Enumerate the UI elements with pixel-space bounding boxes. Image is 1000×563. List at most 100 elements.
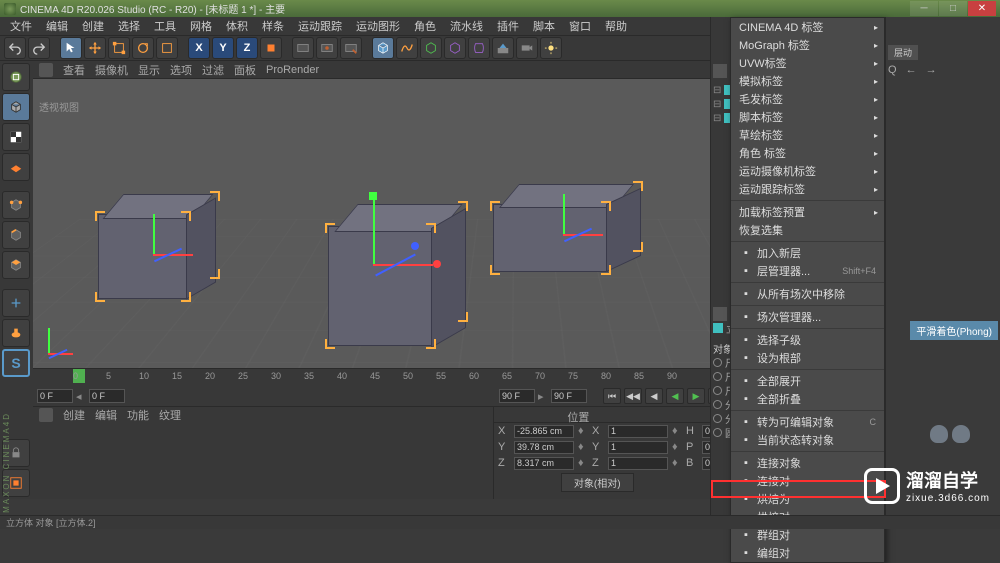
render-region[interactable] [316, 37, 338, 59]
menu-帮助[interactable]: 帮助 [599, 16, 633, 36]
spline-tool[interactable] [396, 37, 418, 59]
vp-icon[interactable] [39, 63, 53, 77]
play-button[interactable]: ▶ [687, 388, 705, 404]
y-axis-lock[interactable]: Y [212, 37, 234, 59]
play-back-button[interactable]: ◀ [666, 388, 684, 404]
ctx-加载标签预置[interactable]: 加载标签预置 [731, 203, 884, 221]
nurbs-tool[interactable] [420, 37, 442, 59]
snap-toggle[interactable]: S [2, 349, 30, 377]
vp-tab-查看[interactable]: 查看 [63, 62, 85, 78]
move-tool[interactable] [84, 37, 106, 59]
ctx-从所有场次中移除[interactable]: ▪从所有场次中移除 [731, 285, 884, 303]
ctx-转为可编辑对象[interactable]: ▪转为可编辑对象C [731, 413, 884, 431]
radio[interactable] [713, 372, 722, 381]
mat-icon[interactable] [39, 408, 53, 422]
frame-end-input[interactable] [499, 389, 535, 403]
menu-选择[interactable]: 选择 [112, 16, 146, 36]
ctx-连接对[interactable]: ▪连接对 [731, 472, 884, 490]
prev-key-button[interactable]: ◀◀ [624, 388, 642, 404]
menu-脚本[interactable]: 脚本 [527, 16, 561, 36]
vp-tab-显示[interactable]: 显示 [138, 62, 160, 78]
menu-窗口[interactable]: 窗口 [563, 16, 597, 36]
attr-tab[interactable]: 层动 [888, 45, 918, 60]
ctx-运动摄像机标签[interactable]: 运动摄像机标签 [731, 162, 884, 180]
cube-object-2[interactable] [328, 204, 468, 349]
ctx-连接对象[interactable]: ▪连接对象 [731, 454, 884, 472]
render-settings[interactable] [340, 37, 362, 59]
radio[interactable] [713, 414, 722, 423]
menu-编辑[interactable]: 编辑 [40, 16, 74, 36]
ctx-MoGraph 标签[interactable]: MoGraph 标签 [731, 36, 884, 54]
menu-工具[interactable]: 工具 [148, 16, 182, 36]
ctx-全部展开[interactable]: ▪全部展开 [731, 372, 884, 390]
ctx-烘焙为[interactable]: ▪烘焙为 [731, 490, 884, 508]
ctx-模拟标签[interactable]: 模拟标签 [731, 72, 884, 90]
prev-frame-button[interactable]: ◀ [645, 388, 663, 404]
menu-运动跟踪[interactable]: 运动跟踪 [292, 16, 348, 36]
frame-endR-input[interactable] [551, 389, 587, 403]
ctx-毛发标签[interactable]: 毛发标签 [731, 90, 884, 108]
viewport-solo[interactable] [2, 319, 30, 347]
enable-axis[interactable] [2, 289, 30, 317]
redo-button[interactable] [28, 37, 50, 59]
mat-tab-创建[interactable]: 创建 [63, 407, 85, 423]
size-Y[interactable] [608, 441, 668, 454]
ctx-运动跟踪标签[interactable]: 运动跟踪标签 [731, 180, 884, 198]
deformer-tool[interactable] [468, 37, 490, 59]
light-tool[interactable] [540, 37, 562, 59]
vp-tab-面板[interactable]: 面板 [234, 62, 256, 78]
cube-primitive[interactable] [372, 37, 394, 59]
ctx-脚本标签[interactable]: 脚本标签 [731, 108, 884, 126]
cube-object-3[interactable] [493, 184, 643, 274]
ctx-当前状态转对象[interactable]: ▪当前状态转对象 [731, 431, 884, 449]
environment-tool[interactable] [492, 37, 514, 59]
render-view[interactable] [292, 37, 314, 59]
menu-角色[interactable]: 角色 [408, 16, 442, 36]
generator-tool[interactable] [444, 37, 466, 59]
menu-插件[interactable]: 插件 [491, 16, 525, 36]
radio[interactable] [713, 358, 722, 367]
rotate-tool[interactable] [132, 37, 154, 59]
ctx-加入新层[interactable]: ▪加入新层 [731, 244, 884, 262]
last-tool[interactable] [156, 37, 178, 59]
undo-button[interactable] [4, 37, 26, 59]
menu-网格[interactable]: 网格 [184, 16, 218, 36]
edge-mode[interactable] [2, 221, 30, 249]
texture-mode[interactable] [2, 123, 30, 151]
vp-tab-ProRender[interactable]: ProRender [266, 64, 319, 76]
menu-运动图形[interactable]: 运动图形 [350, 16, 406, 36]
vp-tab-摄像机[interactable]: 摄像机 [95, 62, 128, 78]
menu-创建[interactable]: 创建 [76, 16, 110, 36]
menu-文件[interactable]: 文件 [4, 16, 38, 36]
model-mode[interactable] [2, 93, 30, 121]
vp-tab-选项[interactable]: 选项 [170, 62, 192, 78]
frame-prev-input[interactable] [89, 389, 125, 403]
phong-tag[interactable]: 平滑着色(Phong) [910, 321, 998, 340]
minimize-button[interactable]: ─ [910, 1, 938, 16]
point-mode[interactable] [2, 191, 30, 219]
ctx-场次管理器...[interactable]: ▪场次管理器... [731, 308, 884, 326]
make-editable[interactable] [2, 63, 30, 91]
ctx-UVW标签[interactable]: UVW标签 [731, 54, 884, 72]
world-axis[interactable] [260, 37, 282, 59]
mat-tab-功能[interactable]: 功能 [127, 407, 149, 423]
mat-tab-编辑[interactable]: 编辑 [95, 407, 117, 423]
mat-tab-纹理[interactable]: 纹理 [159, 407, 181, 423]
menu-体积[interactable]: 体积 [220, 16, 254, 36]
workplane-mode[interactable] [2, 153, 30, 181]
vp-tab-过滤[interactable]: 过滤 [202, 62, 224, 78]
ctx-设为根部[interactable]: ▪设为根部 [731, 349, 884, 367]
menu-流水线[interactable]: 流水线 [444, 16, 489, 36]
select-tool[interactable] [60, 37, 82, 59]
radio[interactable] [713, 386, 722, 395]
size-X[interactable] [608, 425, 668, 438]
polygon-mode[interactable] [2, 251, 30, 279]
x-axis-lock[interactable]: X [188, 37, 210, 59]
size-Z[interactable] [608, 457, 668, 470]
radio[interactable] [713, 400, 722, 409]
close-button[interactable]: ✕ [968, 1, 996, 16]
z-axis-lock[interactable]: Z [236, 37, 258, 59]
ctx-选择子级[interactable]: ▪选择子级 [731, 331, 884, 349]
menu-样条[interactable]: 样条 [256, 16, 290, 36]
ctx-全部折叠[interactable]: ▪全部折叠 [731, 390, 884, 408]
